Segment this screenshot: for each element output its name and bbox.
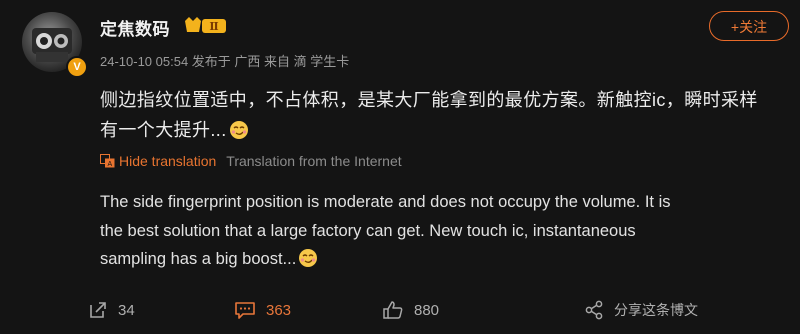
comment-count: 363 bbox=[266, 301, 292, 319]
author-avatar-container[interactable]: V bbox=[22, 12, 88, 78]
repost-button[interactable]: 34 bbox=[88, 300, 135, 320]
post-text-line-with-emoji: 有一个大提升... bbox=[100, 115, 790, 145]
post-text-translated: The side fingerprint position is moderat… bbox=[100, 188, 790, 274]
comment-icon bbox=[235, 302, 255, 319]
share-label: 分享这条博文 bbox=[614, 302, 698, 318]
verified-badge: V bbox=[66, 56, 88, 78]
share-icon bbox=[585, 300, 603, 320]
translated-line: The side fingerprint position is moderat… bbox=[100, 193, 671, 211]
comment-button[interactable]: 363 bbox=[234, 300, 291, 320]
post-actions-bar: 34 363 880 分享这条博文 bbox=[0, 290, 800, 330]
translated-line-with-emoji: sampling has a big boost... bbox=[100, 245, 790, 274]
smirk-emoji-icon bbox=[229, 121, 248, 139]
smirk-emoji-icon bbox=[299, 249, 318, 267]
hide-translation-link[interactable]: Hide translation bbox=[119, 153, 216, 169]
translation-bar: A Hide translation Translation from the … bbox=[100, 153, 402, 169]
share-button[interactable]: 分享这条博文 bbox=[584, 300, 698, 320]
translated-line: the best solution that a large factory c… bbox=[100, 221, 636, 240]
post-text-line: 侧边指纹位置适中，不占体积，是某大厂能拿到的最优方案。新触控ic，瞬时采样 bbox=[100, 90, 758, 110]
like-count: 880 bbox=[414, 301, 440, 319]
svg-text:A: A bbox=[107, 161, 112, 168]
thumbs-up-icon bbox=[383, 301, 403, 319]
level-badge-text: Ⅱ bbox=[209, 20, 218, 33]
translate-icon: A bbox=[100, 154, 115, 168]
like-button[interactable]: 880 bbox=[382, 300, 439, 320]
repost-icon bbox=[90, 302, 106, 318]
follow-button[interactable]: +关注 bbox=[709, 11, 789, 41]
translated-line: sampling has a big boost... bbox=[100, 250, 297, 268]
author-name[interactable]: 定焦数码 bbox=[100, 15, 170, 40]
post-meta: 24-10-10 05:54 发布于 广西 来自 滴 学生卡 bbox=[100, 54, 350, 69]
post-text-original: 侧边指纹位置适中，不占体积，是某大厂能拿到的最优方案。新触控ic，瞬时采样 有一… bbox=[100, 85, 790, 145]
level-badge-icon: Ⅱ bbox=[185, 17, 226, 33]
post-text-line: 有一个大提升... bbox=[100, 120, 227, 140]
repost-count: 34 bbox=[118, 301, 135, 319]
translation-source: Translation from the Internet bbox=[226, 153, 402, 169]
